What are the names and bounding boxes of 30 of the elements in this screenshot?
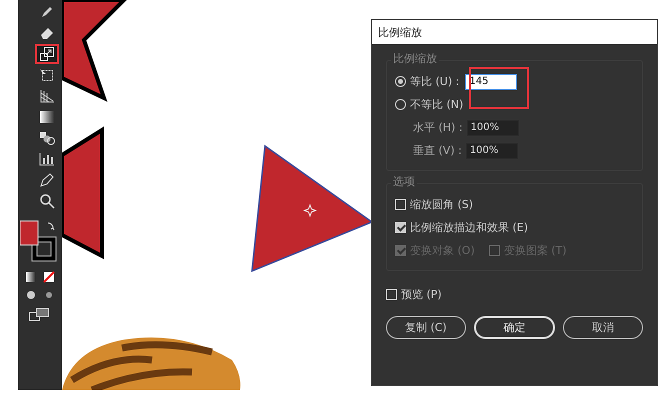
radio-button[interactable]: [395, 76, 406, 87]
group-legend: 比例缩放: [391, 51, 439, 66]
gradient-icon: [40, 111, 54, 123]
option-label: 等比 (U) :: [410, 74, 460, 89]
tool-button[interactable]: [35, 44, 59, 64]
dialog-button[interactable]: 复制 (C): [386, 316, 466, 339]
eraser-icon: [39, 26, 55, 40]
field-label: 水平 (H) :: [413, 120, 463, 135]
screen-mode-icon[interactable]: [28, 307, 52, 321]
radio-button[interactable]: [395, 99, 406, 110]
scale-icon: [39, 46, 55, 62]
dialog-button[interactable]: 取消: [563, 316, 644, 339]
blend-icon: [39, 131, 55, 145]
dialog-title: 比例缩放: [372, 20, 657, 44]
perspective-grid-icon: [39, 89, 55, 103]
field-label: 垂直 (V) :: [413, 143, 462, 158]
group-legend: 选项: [391, 174, 417, 189]
option-label: 不等比 (N): [410, 97, 464, 112]
checkbox-label: 缩放圆角 (S): [410, 197, 474, 212]
input-field[interactable]: 100%: [466, 120, 519, 136]
checkbox-label: 预览 (P): [401, 287, 442, 302]
input-field[interactable]: 100%: [466, 142, 518, 158]
pencil-icon: [40, 5, 54, 19]
pen-icon: [39, 173, 55, 187]
checkbox-label: 比例缩放描边和效果 (E): [410, 220, 528, 235]
dialog-button[interactable]: 确定: [474, 316, 556, 339]
uniform-input-field[interactable]: 145: [465, 74, 518, 90]
search-icon: [39, 193, 55, 209]
column-graph-icon: [39, 152, 55, 166]
free-transform-icon: [39, 68, 55, 82]
